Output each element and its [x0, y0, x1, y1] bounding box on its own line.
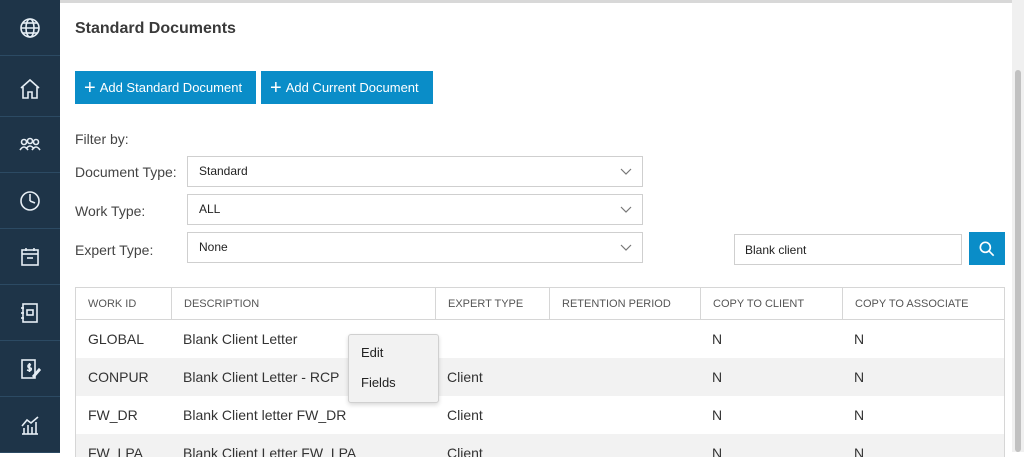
sidebar-item-globe[interactable]: [0, 0, 60, 56]
search-input-value: Blank client: [745, 243, 807, 257]
scrollbar[interactable]: [1012, 0, 1024, 452]
cell-expert-type: Client: [447, 407, 483, 423]
add-current-document-label: Add Current Document: [285, 80, 419, 95]
sidebar-item-calendar[interactable]: [0, 229, 60, 285]
top-divider: [60, 0, 1012, 3]
cell-description: Blank Client Letter FW_LPA: [183, 445, 357, 457]
plus-icon: +: [84, 76, 96, 99]
table-row[interactable]: FW_DR Blank Client letter FW_DR Client N…: [76, 396, 1004, 434]
context-menu-fields[interactable]: Fields: [361, 375, 396, 390]
home-icon: [20, 78, 40, 99]
cell-retention-period: [549, 434, 573, 457]
add-standard-document-button[interactable]: + Add Standard Document: [75, 71, 256, 104]
dashboard-icon: [20, 190, 40, 211]
calendar-icon: [21, 247, 39, 266]
chevron-down-icon: [620, 168, 632, 175]
column-header-copy-to-associate[interactable]: COPY TO ASSOCIATE: [842, 288, 1004, 319]
main-content: Standard Documents + Add Standard Docume…: [60, 0, 1024, 457]
documents-table: WORK ID DESCRIPTION EXPERT TYPE RETENTIO…: [75, 287, 1005, 457]
cell-copy-to-associate: N: [854, 407, 865, 423]
context-menu-edit[interactable]: Edit: [361, 345, 383, 360]
cell-work-id: GLOBAL: [88, 331, 145, 347]
expert-type-select[interactable]: None: [187, 232, 643, 263]
work-type-select[interactable]: ALL: [187, 194, 643, 225]
sidebar-item-dashboard[interactable]: [0, 173, 60, 229]
chevron-down-icon: [620, 244, 632, 251]
cell-expert-type: Client: [447, 445, 483, 457]
work-type-label: Work Type:: [75, 203, 146, 219]
sidebar-item-billing[interactable]: [0, 341, 60, 397]
table-row[interactable]: GLOBAL Blank Client Letter N N: [76, 320, 1004, 358]
cell-expert-type: Client: [447, 369, 483, 385]
expert-type-label: Expert Type:: [75, 242, 154, 258]
work-type-value: ALL: [199, 202, 221, 216]
reports-icon: [21, 415, 39, 435]
sidebar-item-reports[interactable]: [0, 397, 60, 453]
cell-work-id: FW_DR: [88, 407, 138, 423]
cell-copy-to-associate: N: [854, 331, 865, 347]
column-header-expert-type[interactable]: EXPERT TYPE: [435, 288, 549, 319]
cell-copy-to-client: N: [712, 369, 723, 385]
context-menu: Edit Fields: [348, 334, 439, 403]
cell-copy-to-associate: N: [854, 445, 865, 457]
table-header: WORK ID DESCRIPTION EXPERT TYPE RETENTIO…: [76, 288, 1004, 320]
plus-icon: +: [270, 76, 282, 99]
search-icon: [979, 241, 995, 256]
column-header-work-id[interactable]: WORK ID: [76, 288, 171, 319]
cell-copy-to-client: N: [712, 445, 723, 457]
billing-icon: [21, 358, 42, 379]
globe-icon: [20, 17, 40, 38]
chevron-down-icon: [620, 206, 632, 213]
cell-copy-to-associate: N: [854, 369, 865, 385]
column-header-description[interactable]: DESCRIPTION: [171, 288, 435, 319]
column-header-copy-to-client[interactable]: COPY TO CLIENT: [700, 288, 842, 319]
cell-work-id: CONPUR: [88, 369, 149, 385]
cell-retention-period: [549, 320, 573, 358]
search-input[interactable]: Blank client: [734, 234, 962, 265]
search-button[interactable]: [969, 232, 1005, 265]
users-icon: [19, 137, 41, 150]
cell-copy-to-client: N: [712, 407, 723, 423]
sidebar-nav: [0, 0, 60, 453]
cell-retention-period: [549, 358, 573, 396]
cell-work-id: FW_LPA: [88, 445, 143, 457]
page-title: Standard Documents: [75, 20, 236, 37]
cell-description: Blank Client Letter: [183, 331, 298, 347]
scrollbar-thumb[interactable]: [1015, 70, 1021, 452]
cell-description: Blank Client letter FW_DR: [183, 407, 347, 423]
sidebar-item-notebook[interactable]: [0, 285, 60, 341]
sidebar-item-home[interactable]: [0, 61, 60, 117]
cell-retention-period: [549, 396, 573, 434]
sidebar-item-users[interactable]: [0, 117, 60, 173]
document-type-label: Document Type:: [75, 164, 177, 180]
notebook-icon: [21, 302, 38, 323]
add-standard-document-label: Add Standard Document: [99, 80, 243, 95]
expert-type-value: None: [199, 240, 228, 254]
filter-heading: Filter by:: [75, 131, 129, 147]
add-current-document-button[interactable]: + Add Current Document: [261, 71, 433, 104]
table-row[interactable]: FW_LPA Blank Client Letter FW_LPA Client…: [76, 434, 1004, 457]
cell-copy-to-client: N: [712, 331, 723, 347]
document-type-value: Standard: [199, 164, 248, 178]
table-row[interactable]: CONPUR Blank Client Letter - RCP Client …: [76, 358, 1004, 396]
cell-description: Blank Client Letter - RCP: [183, 369, 340, 385]
column-header-retention-period[interactable]: RETENTION PERIOD: [549, 288, 700, 319]
document-type-select[interactable]: Standard: [187, 156, 643, 187]
